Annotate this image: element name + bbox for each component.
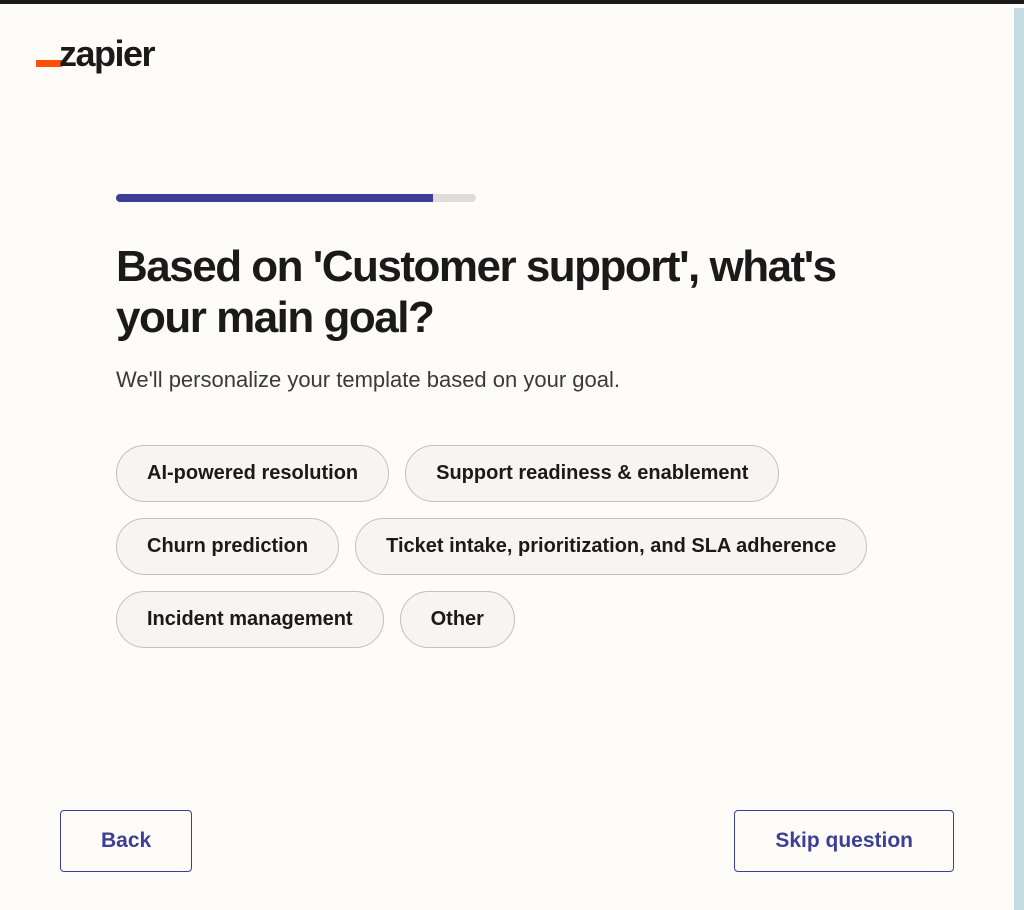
logo-text: zapier [59, 36, 154, 72]
option-churn-prediction[interactable]: Churn prediction [116, 518, 339, 575]
option-ticket-intake[interactable]: Ticket intake, prioritization, and SLA a… [355, 518, 867, 575]
back-button[interactable]: Back [60, 810, 192, 872]
question-heading: Based on 'Customer support', what's your… [116, 242, 908, 343]
footer-nav: Back Skip question [60, 810, 954, 872]
option-support-readiness[interactable]: Support readiness & enablement [405, 445, 779, 502]
option-ai-powered-resolution[interactable]: AI-powered resolution [116, 445, 389, 502]
goal-options: AI-powered resolution Support readiness … [116, 445, 908, 648]
zapier-logo: zapier [36, 36, 154, 72]
progress-fill [116, 194, 433, 202]
right-edge-decoration [1014, 8, 1024, 910]
question-subheading: We'll personalize your template based on… [116, 367, 908, 393]
progress-bar [116, 194, 476, 202]
option-incident-management[interactable]: Incident management [116, 591, 384, 648]
skip-question-button[interactable]: Skip question [734, 810, 954, 872]
option-other[interactable]: Other [400, 591, 515, 648]
onboarding-content: Based on 'Customer support', what's your… [116, 194, 908, 648]
